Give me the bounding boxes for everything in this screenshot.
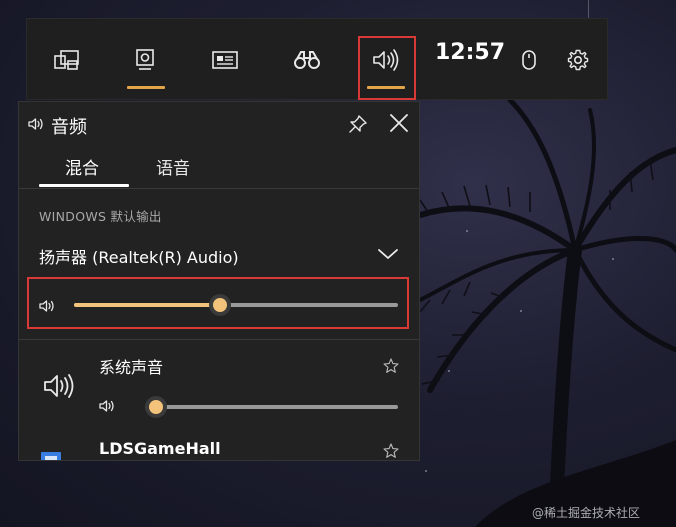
app-window-icon [41, 452, 61, 460]
tab-voice[interactable]: 语音 [156, 154, 190, 179]
default-output-label: WINDOWS 默认输出 [39, 209, 162, 224]
gear-icon [567, 49, 589, 71]
capture-icon [136, 49, 154, 70]
performance-button[interactable] [193, 19, 257, 101]
audio-button-highlight [358, 36, 416, 100]
speaker-icon [28, 118, 43, 130]
background-star [425, 470, 427, 472]
widget-menu-button[interactable] [35, 19, 99, 101]
master-volume-thumb[interactable] [209, 294, 231, 316]
speaker-icon [44, 374, 74, 398]
clock: 12:57 [435, 40, 506, 65]
app-name: 系统声音 [99, 358, 164, 377]
pin-icon[interactable] [348, 114, 368, 134]
mouse-icon [522, 50, 536, 70]
star-icon[interactable] [383, 358, 399, 374]
master-volume-fill [74, 303, 220, 307]
audio-tabs: 混合 语音 [19, 146, 419, 189]
selected-tab-indicator [39, 184, 129, 187]
settings-button[interactable] [546, 19, 610, 101]
app-volume-thumb[interactable] [145, 396, 167, 418]
background-star [520, 310, 522, 312]
close-icon[interactable] [389, 113, 409, 133]
app-volume-slider[interactable] [145, 396, 398, 418]
audio-panel: 音频 混合 语音 WINDOWS 默认输出 扬声器 (Realtek(R) Au… [18, 101, 420, 461]
game-bar: 12:57 [26, 18, 608, 100]
chevron-down-icon[interactable] [377, 247, 399, 261]
output-device-select[interactable]: 扬声器 (Realtek(R) Audio) [39, 244, 239, 268]
speaker-icon[interactable] [39, 298, 59, 314]
background-star [612, 258, 614, 260]
tab-mix[interactable]: 混合 [65, 154, 99, 179]
watermark: @稀土掘金技术社区 [532, 506, 641, 520]
divider [19, 339, 419, 340]
panel-title: 音频 [51, 117, 87, 138]
background-star [448, 370, 450, 372]
star-icon[interactable] [383, 443, 399, 459]
looking-for-group-button[interactable] [275, 19, 339, 101]
capture-button[interactable] [113, 19, 177, 101]
binoculars-icon [294, 51, 320, 69]
performance-icon [212, 51, 238, 69]
background-line [588, 0, 589, 18]
speaker-icon[interactable] [99, 398, 119, 414]
background-star [466, 230, 468, 232]
panel-header: 音频 [19, 102, 419, 146]
app-name: LDSGameHall [99, 439, 221, 458]
widget-icon [54, 50, 79, 70]
active-tab-indicator [127, 86, 165, 89]
master-volume-slider[interactable] [74, 294, 398, 316]
